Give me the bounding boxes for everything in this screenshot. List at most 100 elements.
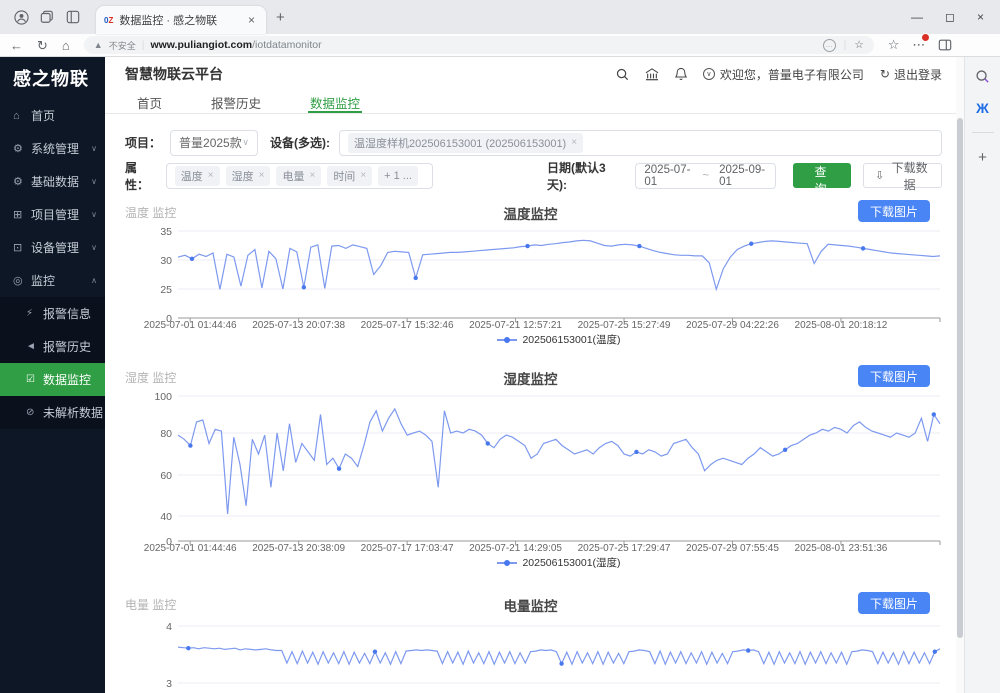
temperature-chart-section: 温度 监控 温度监控 下载图片 3530250 2025-07-01 01:44… — [105, 200, 956, 348]
scrollbar-thumb[interactable] — [957, 118, 963, 638]
home-browser-icon[interactable]: ⌂ — [62, 39, 70, 52]
project-select[interactable]: 普量2025款4... ∨ — [170, 130, 258, 156]
battery-chart-section: 电量 监控 电量监控 下载图片 43 — [105, 592, 956, 693]
y-axis-tick-label: 35 — [160, 226, 172, 238]
sidebar-item-project-management[interactable]: ⊞ 项目管理 ∨ — [0, 198, 105, 231]
tab-alarm-history[interactable]: 报警历史 — [209, 91, 263, 113]
x-axis-tick-label: 2025-07-13 20:07:38 — [252, 320, 345, 331]
database-icon: ⚙ — [13, 175, 31, 188]
query-button[interactable]: 查 询 — [793, 163, 851, 188]
download-image-button[interactable]: 下载图片 — [858, 592, 930, 614]
chart-legend[interactable]: 202506153001(温度) — [178, 331, 940, 348]
attr-tag-humidity: 湿度× — [226, 166, 271, 186]
reading-mode-icon[interactable]: … — [823, 39, 836, 52]
x-axis-tick-label: 2025-08-01 20:18:12 — [795, 320, 888, 331]
main-content: 智慧物联云平台 ∨ 欢迎您，普量电子有限公司 — [105, 57, 956, 693]
tab-home[interactable]: 首页 — [135, 91, 164, 113]
sidebar-item-base-data[interactable]: ⚙ 基础数据 ∨ — [0, 165, 105, 198]
attr-tag-more[interactable]: + 1 ... — [378, 166, 418, 186]
y-axis-labels: 43 — [105, 626, 178, 683]
chevron-down-icon: ∨ — [91, 210, 97, 219]
sidebar-item-data-monitoring[interactable]: ☑ 数据监控 — [0, 363, 105, 396]
attribute-multiselect[interactable]: 温度× 湿度× 电量× 时间× + 1 ... — [166, 163, 433, 189]
browser-menu-icon[interactable]: ⋯ — [912, 37, 925, 53]
tab-actions-icon[interactable] — [60, 4, 86, 30]
sidebar-item-system-management[interactable]: ⚙ 系统管理 ∨ — [0, 132, 105, 165]
data-point-marker — [932, 412, 936, 416]
tab-data-monitoring[interactable]: 数据监控 — [308, 91, 362, 113]
tab-close-icon[interactable]: × — [245, 13, 258, 27]
data-point-marker — [559, 661, 563, 665]
remove-tag-icon[interactable]: × — [259, 170, 265, 181]
remove-tag-icon[interactable]: × — [309, 170, 315, 181]
datacheck-icon: ☑ — [26, 374, 43, 385]
remove-tag-icon[interactable]: × — [360, 170, 366, 181]
maximize-icon[interactable]: ◻ — [945, 10, 955, 24]
attr-tag-time: 时间× — [327, 166, 372, 186]
account-icon: ∨ — [703, 68, 715, 80]
minimize-icon[interactable]: — — [911, 10, 923, 24]
data-point-marker — [413, 276, 417, 280]
x-axis-tick-label: 2025-08-01 23:51:36 — [795, 543, 888, 554]
device-tag: 温湿度样机202506153001 (202506153001) × — [348, 133, 583, 153]
sidebar-item-alarm-history[interactable]: ◄ 报警历史 — [0, 330, 105, 363]
device-multiselect[interactable]: 温湿度样机202506153001 (202506153001) × — [339, 130, 942, 156]
chart-legend[interactable]: 202506153001(湿度) — [178, 554, 940, 571]
chevron-down-icon: ∨ — [91, 243, 97, 252]
date-range-input[interactable]: 2025-07-01 ~ 2025-09-01 — [635, 163, 776, 189]
search-icon[interactable] — [616, 68, 629, 81]
x-axis-tick-label: 2025-07-13 20:38:09 — [252, 543, 345, 554]
sidebar-search-icon[interactable] — [975, 69, 990, 84]
download-data-button[interactable]: ⇩ 下载数据 — [863, 163, 942, 188]
new-tab-icon[interactable]: + — [276, 9, 285, 26]
attr-tag-temperature: 温度× — [175, 166, 220, 186]
sidebar-item-monitoring[interactable]: ◎ 监控 ∧ — [0, 264, 105, 297]
unparsed-icon: ⊘ — [26, 407, 43, 418]
favorite-star-icon[interactable]: ☆ — [854, 39, 863, 51]
remove-tag-icon[interactable]: × — [208, 170, 214, 181]
x-axis-tick-label: 2025-07-21 12:57:21 — [469, 320, 562, 331]
humidity-line-chart — [178, 396, 940, 541]
edge-app-icon[interactable]: Ж — [976, 100, 989, 116]
data-point-marker — [783, 448, 787, 452]
organization-icon[interactable] — [645, 68, 659, 81]
chart-title: 温度监控 — [105, 203, 956, 223]
browser-window: 0Z 数据监控 · 感之物联 × + — ◻ × ← ↻ ⌂ ▲ 不安全 | w… — [0, 0, 1000, 693]
profile-icon[interactable] — [8, 4, 34, 30]
legend-marker-icon — [497, 560, 517, 565]
sidebar-item-device-management[interactable]: ⊡ 设备管理 ∨ — [0, 231, 105, 264]
x-axis-labels — [178, 683, 940, 693]
sidebar-item-unparsed-data[interactable]: ⊘ 未解析数据 — [0, 396, 105, 429]
humidity-chart-section: 湿度 监控 湿度监控 下载图片 1008060400 2025-07-01 01… — [105, 365, 956, 571]
download-image-button[interactable]: 下载图片 — [858, 365, 930, 387]
address-bar[interactable]: ▲ 不安全 | www.puliangiot.com/iotdatamonito… — [84, 36, 874, 54]
battery-line-chart — [178, 626, 940, 683]
grid-icon: ⊞ — [13, 208, 31, 221]
data-point-marker — [190, 257, 194, 261]
back-icon[interactable]: ← — [10, 39, 23, 52]
remove-tag-icon[interactable]: × — [571, 137, 577, 148]
split-screen-icon[interactable] — [938, 38, 952, 52]
x-axis-tick-label: 2025-07-01 01:44:46 — [144, 543, 237, 554]
refresh-icon[interactable]: ↻ — [37, 39, 48, 52]
data-point-marker — [749, 242, 753, 246]
chart-canvas — [178, 231, 940, 326]
date-label: 日期(默认3天): — [547, 159, 616, 193]
browser-tab[interactable]: 0Z 数据监控 · 感之物联 × — [96, 6, 266, 34]
workspaces-icon[interactable] — [34, 4, 60, 30]
sidebar-item-home[interactable]: ⌂ 首页 — [0, 99, 105, 132]
download-image-button[interactable]: 下载图片 — [858, 200, 930, 222]
chart-canvas — [178, 626, 940, 691]
window-close-icon[interactable]: × — [977, 10, 984, 24]
add-sidebar-app-icon[interactable]: + — [978, 149, 987, 166]
sidebar-item-alarm-info[interactable]: ⚡ 报警信息 — [0, 297, 105, 330]
bell-icon[interactable] — [675, 67, 687, 81]
edge-sidebar: Ж + — [964, 57, 1000, 693]
device-label: 设备(多选): — [270, 134, 330, 151]
favorites-bar-icon[interactable]: ☆ — [888, 37, 900, 53]
y-axis-tick-label: 40 — [160, 511, 172, 523]
chevron-down-icon: ∨ — [91, 144, 97, 153]
logout-button[interactable]: ↻ 退出登录 — [880, 66, 942, 83]
welcome-text[interactable]: ∨ 欢迎您，普量电子有限公司 — [703, 66, 864, 83]
update-badge — [921, 33, 930, 42]
